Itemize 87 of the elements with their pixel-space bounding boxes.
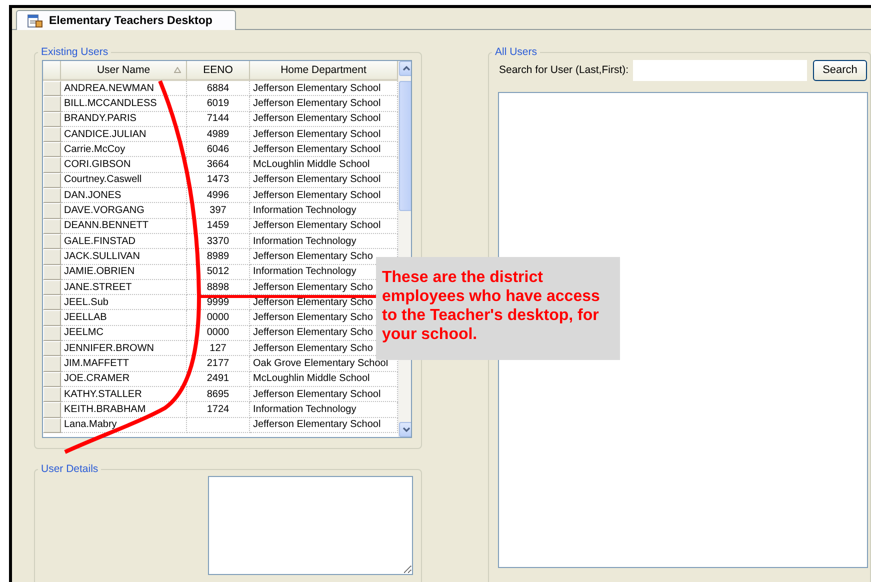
table-cell: 1724 — [187, 402, 250, 418]
group-title: User Details — [40, 463, 100, 475]
search-button[interactable]: Search — [813, 60, 867, 80]
row-header[interactable] — [43, 295, 61, 310]
row-header[interactable] — [43, 341, 61, 356]
row-header[interactable] — [43, 218, 61, 234]
scroll-up-button[interactable] — [399, 61, 411, 76]
row-header[interactable] — [43, 249, 61, 265]
table-cell: 8989 — [187, 249, 250, 265]
row-header[interactable] — [43, 157, 61, 173]
table-cell — [187, 418, 250, 433]
table-cell: 1473 — [187, 172, 250, 188]
corner-header — [43, 61, 61, 81]
table-cell: 0000 — [187, 326, 250, 342]
table-cell: Courtney.Caswell — [61, 172, 187, 188]
table-cell: 127 — [187, 341, 250, 356]
row-header[interactable] — [43, 188, 61, 204]
table-cell: 6046 — [187, 142, 250, 158]
table-cell: GALE.FINSTAD — [61, 234, 187, 250]
row-header[interactable] — [43, 418, 61, 433]
table-cell: JENNIFER.BROWN — [61, 341, 187, 356]
table-cell: 1459 — [187, 218, 250, 234]
tab-title: Elementary Teachers Desktop — [49, 14, 212, 26]
row-header[interactable] — [43, 356, 61, 372]
table-cell: 8695 — [187, 386, 250, 402]
table-cell: ANDREA.NEWMAN — [61, 81, 187, 96]
search-field[interactable] — [633, 60, 807, 80]
window-tab[interactable]: Elementary Teachers Desktop — [16, 10, 236, 30]
table-cell: JAMIE.OBRIEN — [61, 264, 187, 280]
row-header[interactable] — [43, 81, 61, 96]
scrollbar-thumb[interactable] — [399, 81, 411, 211]
table-cell: 4989 — [187, 126, 250, 142]
row-header[interactable] — [43, 203, 61, 219]
table-cell: BILL.MCCANDLESS — [61, 96, 187, 112]
table-cell: 397 — [187, 203, 250, 219]
table-cell: 2177 — [187, 356, 250, 372]
row-header[interactable] — [43, 96, 61, 112]
row-header[interactable] — [43, 280, 61, 296]
row-header[interactable] — [43, 326, 61, 342]
table-cell: 2491 — [187, 372, 250, 387]
table-cell: 7144 — [187, 112, 250, 127]
table-cell: 6019 — [187, 96, 250, 112]
table-cell: 4996 — [187, 188, 250, 204]
column-header[interactable]: Home Department — [250, 61, 398, 81]
table-cell: KEITH.BRABHAM — [61, 402, 187, 418]
row-header[interactable] — [43, 310, 61, 326]
table-cell: JANE.STREET — [61, 280, 187, 296]
row-header[interactable] — [43, 402, 61, 418]
table-cell: 5012 — [187, 264, 250, 280]
table-cell: CANDICE.JULIAN — [61, 126, 187, 142]
table-cell: 0000 — [187, 310, 250, 326]
table-cell: 3664 — [187, 157, 250, 173]
table-cell: JEEL.Sub — [61, 295, 187, 310]
table-cell: DAVE.VORGANG — [61, 203, 187, 219]
search-label: Search for User (Last,First): — [499, 64, 630, 76]
table-cell: KATHY.STALLER — [61, 386, 187, 402]
table-cell: 6884 — [187, 81, 250, 96]
row-header[interactable] — [43, 142, 61, 158]
table-cell: 9999 — [187, 295, 250, 310]
table-cell: Lana.Mabry — [61, 418, 187, 433]
table-cell: BRANDY.PARIS — [61, 112, 187, 127]
table-cell: JEELMC — [61, 326, 187, 342]
callout-tooltip: These are the district employees who have access to the Teacher's desktop, for your school. — [376, 257, 620, 360]
row-header[interactable] — [43, 112, 61, 127]
row-header[interactable] — [43, 234, 61, 250]
row-header[interactable] — [43, 126, 61, 142]
table-cell: 3370 — [187, 234, 250, 250]
column-header[interactable]: EENO — [187, 61, 250, 81]
details-box[interactable] — [208, 476, 413, 575]
scroll-down-button[interactable] — [399, 422, 411, 437]
table-cell: JACK.SULLIVAN — [61, 249, 187, 265]
row-header[interactable] — [43, 386, 61, 402]
table-cell: DEANN.BENNETT — [61, 218, 187, 234]
group-title: Existing Users — [40, 46, 110, 58]
column-header[interactable]: User Name — [61, 61, 187, 81]
table-cell: JOE.CRAMER — [61, 372, 187, 387]
row-header[interactable] — [43, 264, 61, 280]
table-cell: JIM.MAFFETT — [61, 356, 187, 372]
table-cell: DAN.JONES — [61, 188, 187, 204]
group-title: All Users — [494, 46, 538, 58]
row-header[interactable] — [43, 372, 61, 387]
table-cell: Carrie.McCoy — [61, 142, 187, 158]
row-header[interactable] — [43, 172, 61, 188]
table-cell: CORI.GIBSON — [61, 157, 187, 173]
document-icon — [27, 14, 43, 28]
table-cell: 8898 — [187, 280, 250, 296]
table-cell: JEELLAB — [61, 310, 187, 326]
